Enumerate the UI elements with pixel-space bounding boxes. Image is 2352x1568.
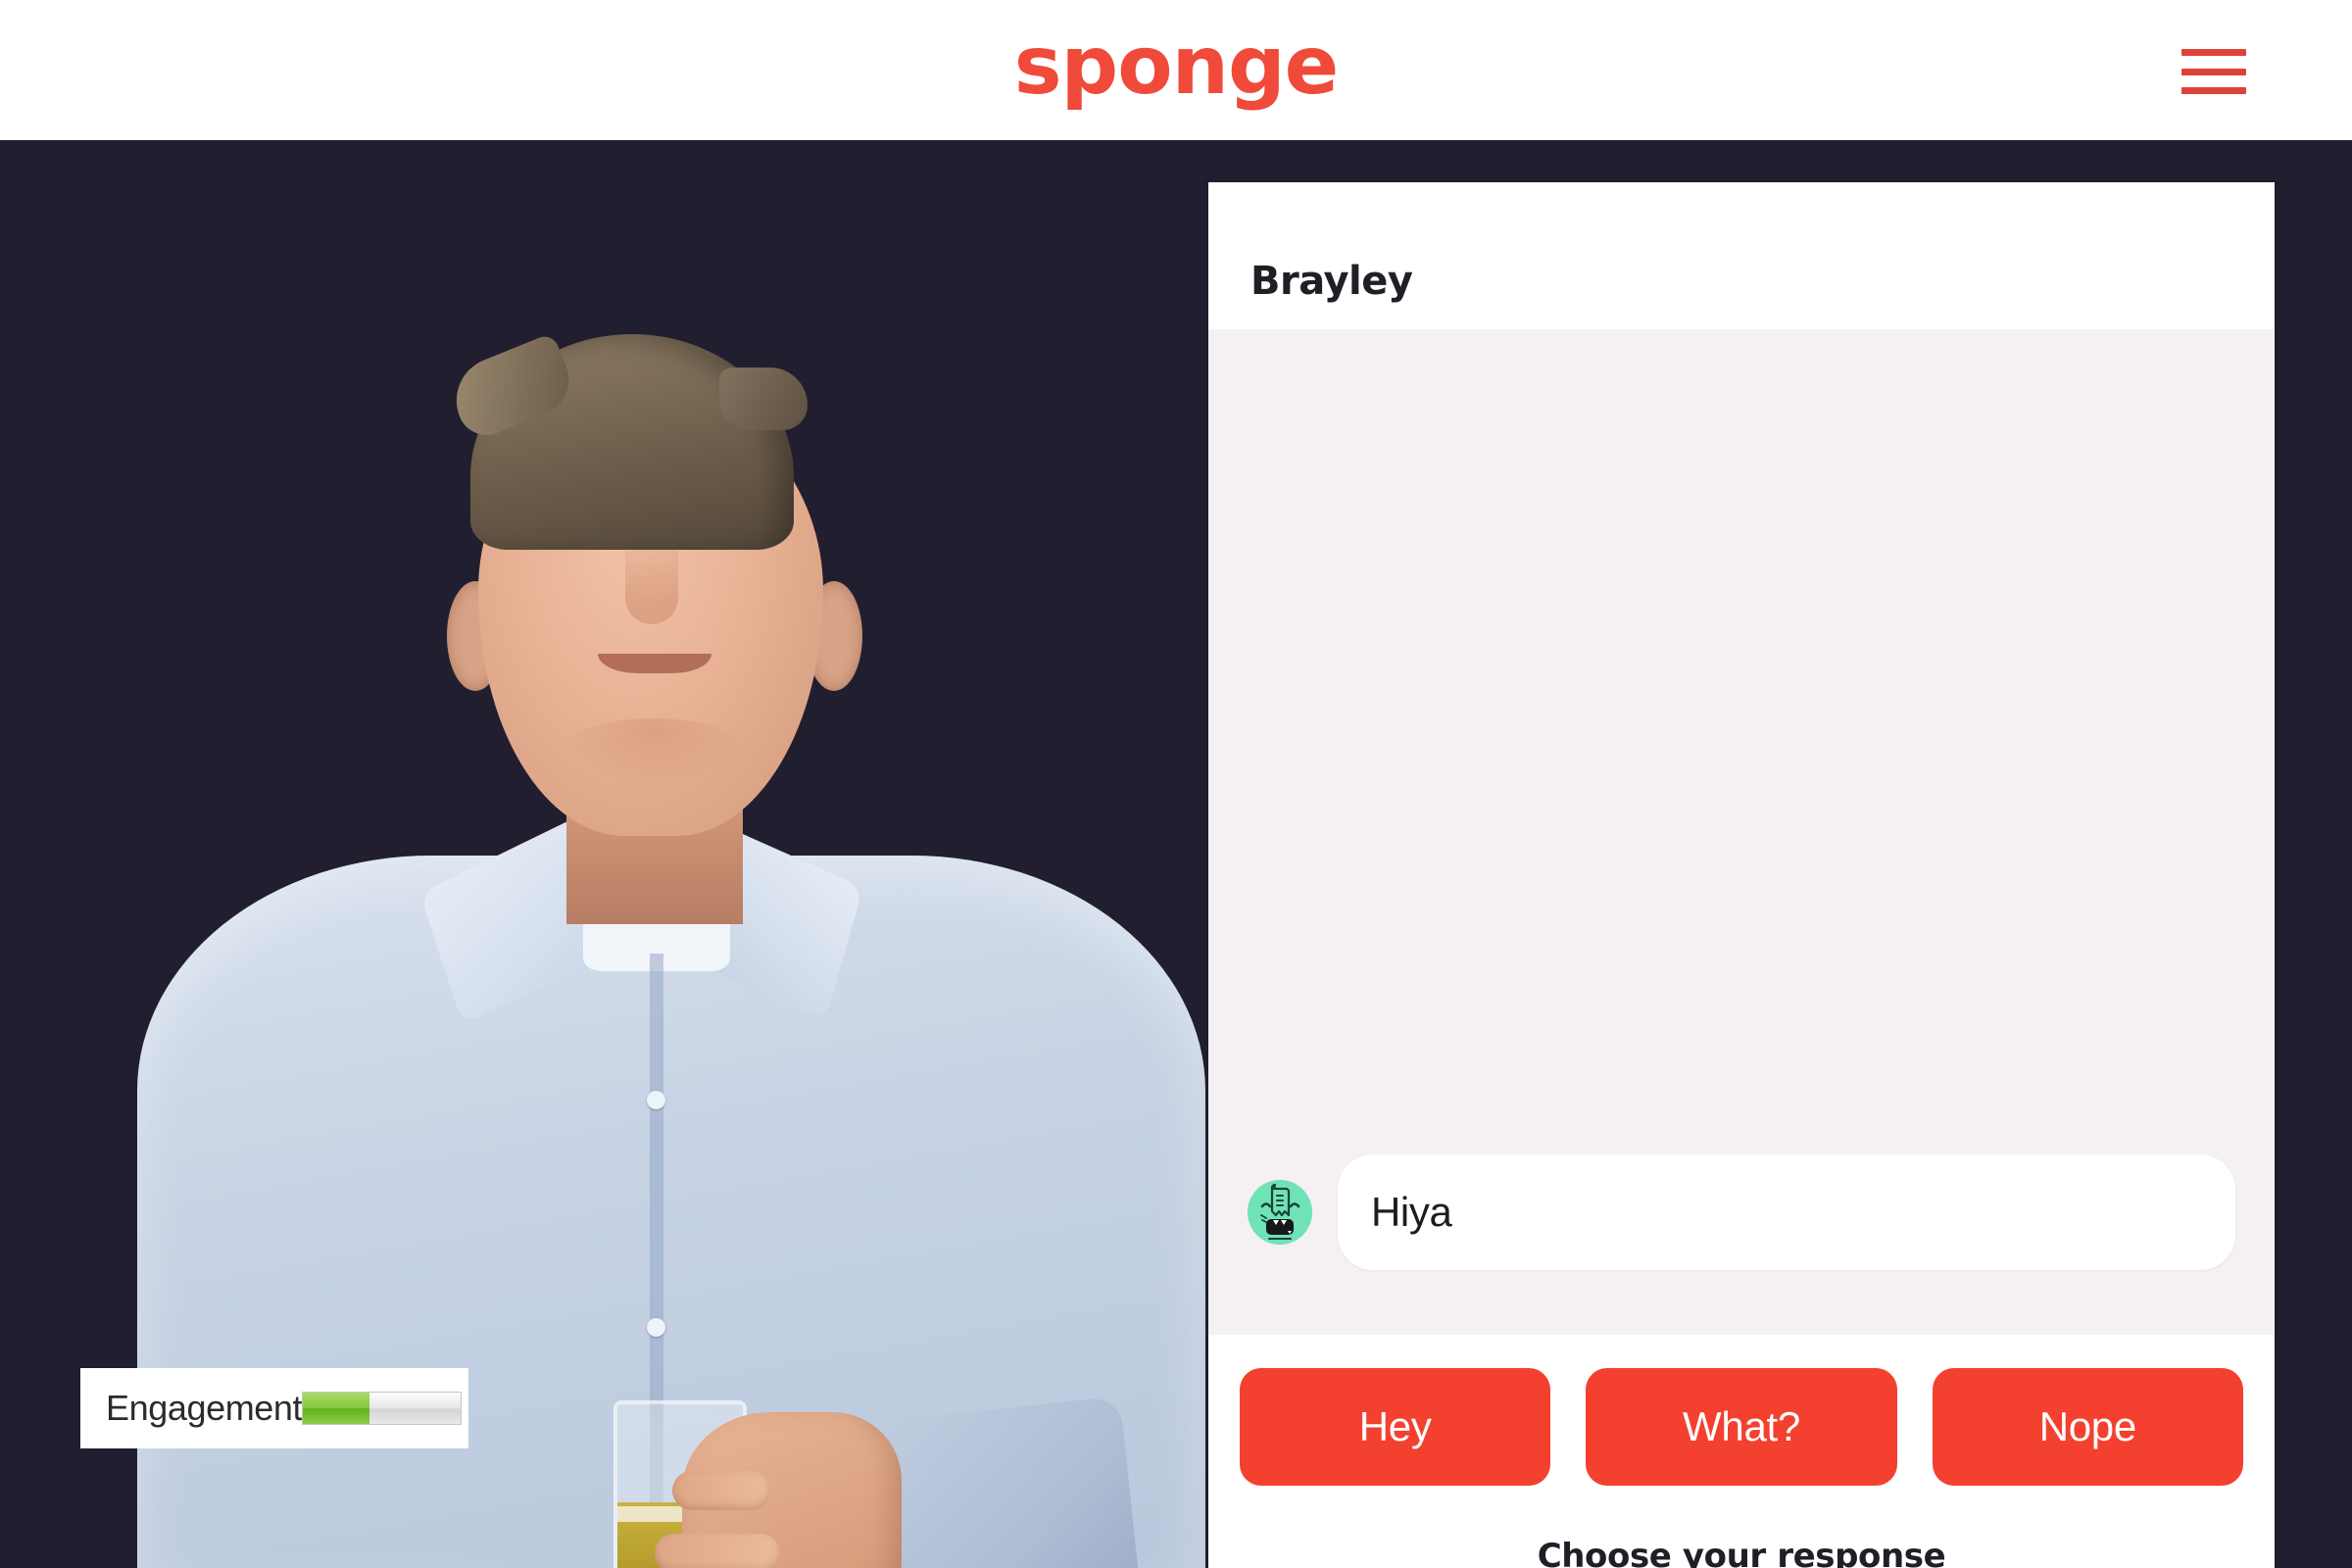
presenter-finger-2: [655, 1534, 780, 1568]
hamburger-bar-1: [2181, 49, 2246, 56]
chat-card: Brayley Hiya Hey What? Nope Choose your …: [1208, 182, 2275, 1568]
chat-bubble: Hiya: [1338, 1154, 2235, 1270]
chat-card-footer: Hey What? Nope Choose your response: [1208, 1335, 2275, 1568]
scenario-stage: Engagement Brayley Hiya Hey What? Nope C…: [0, 140, 2352, 1568]
brand-wordmark: sponge: [1013, 19, 1340, 113]
hamburger-bar-3: [2181, 87, 2246, 94]
hamburger-bar-2: [2181, 68, 2246, 75]
engagement-progress-fill: [303, 1393, 369, 1424]
engagement-progress-bar: [302, 1392, 463, 1425]
response-hint: Choose your response: [1537, 1537, 1946, 1568]
chat-bubble-text: Hiya: [1371, 1189, 1452, 1235]
brand-logo: sponge: [0, 0, 2352, 140]
presenter-chin: [561, 718, 747, 787]
response-button-hey[interactable]: Hey: [1240, 1368, 1551, 1486]
chat-card-header: Brayley: [1208, 182, 2275, 329]
presenter-hair: [470, 334, 808, 550]
app-root: sponge Engagement Brayley Hiya Hey What?…: [0, 0, 2352, 1568]
site-header: sponge: [0, 0, 2352, 140]
presenter-shirt-button-2: [647, 1318, 665, 1337]
response-button-nope[interactable]: Nope: [1932, 1368, 2243, 1486]
hamburger-menu-icon[interactable]: [2181, 49, 2246, 94]
engagement-meter: Engagement: [80, 1368, 468, 1448]
engagement-label: Engagement: [106, 1388, 303, 1428]
presenter-finger-1: [672, 1471, 770, 1510]
chat-message: Hiya: [1248, 1154, 2235, 1270]
robot-face-icon: [1248, 1180, 1312, 1245]
response-options: Hey What? Nope: [1240, 1368, 2243, 1486]
presenter-shirt-button-1: [647, 1091, 665, 1109]
chat-message-area: Hiya: [1208, 329, 2275, 1335]
response-button-what[interactable]: What?: [1586, 1368, 1897, 1486]
presenter-photo: [137, 228, 1205, 1568]
character-name: Brayley: [1250, 259, 1413, 304]
